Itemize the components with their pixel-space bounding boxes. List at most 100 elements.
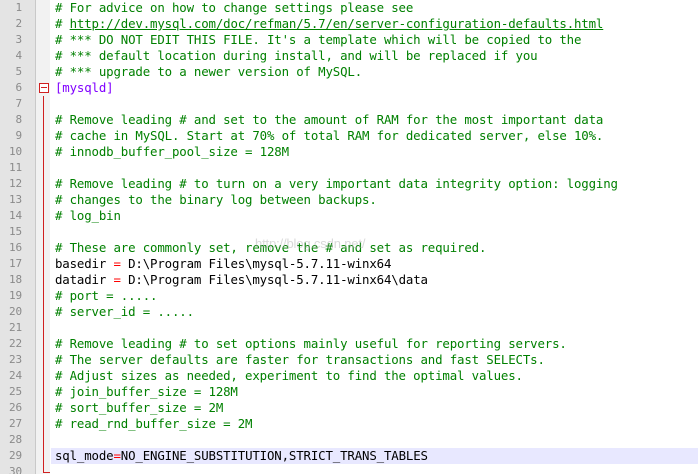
comment-link[interactable]: http://dev.mysql.com/doc/refman/5.7/en/s… (70, 16, 604, 31)
code-text: # The server defaults are faster for tra… (55, 352, 545, 368)
line-background (51, 320, 698, 336)
setting-value: NO_ENGINE_SUBSTITUTION,STRICT_TRANS_TABL… (120, 448, 428, 463)
code-line[interactable]: 20 # server_id = ..... (0, 304, 698, 320)
comment-text: # innodb_buffer_pool_size = 128M (55, 144, 289, 159)
code-line[interactable]: 28 (0, 432, 698, 448)
line-number: 3 (15, 33, 23, 46)
line-number: 17 (9, 257, 22, 270)
fold-line-icon (38, 128, 49, 144)
code-text: # http://dev.mysql.com/doc/refman/5.7/en… (55, 16, 603, 32)
fold-line-icon (38, 240, 49, 256)
fold-line-icon (38, 208, 49, 224)
code-text: # For advice on how to change settings p… (55, 0, 413, 16)
code-line[interactable]: 29 sql_mode=NO_ENGINE_SUBSTITUTION,STRICT… (0, 448, 698, 464)
code-text: # sort_buffer_size = 2M (55, 400, 223, 416)
code-text: # changes to the binary log between back… (55, 192, 377, 208)
code-text: # *** upgrade to a newer version of MySQ… (55, 64, 362, 80)
code-line[interactable]: 9 # cache in MySQL. Start at 70% of total… (0, 128, 698, 144)
fold-line-icon (38, 112, 49, 128)
code-line[interactable]: 1 # For advice on how to change settings … (0, 0, 698, 16)
code-line[interactable]: 23 # The server defaults are faster for t… (0, 352, 698, 368)
comment-text: # sort_buffer_size = 2M (55, 400, 224, 415)
code-line[interactable]: 17 basedir = D:\Program Files\mysql-5.7.1… (0, 256, 698, 272)
setting-value: D:\Program Files\mysql-5.7.11-winx64 (128, 256, 392, 271)
code-line[interactable]: 19 # port = ..... (0, 288, 698, 304)
line-number: 4 (15, 49, 23, 62)
code-line[interactable]: 4 # *** default location during install, … (0, 48, 698, 64)
comment-text: # For advice on how to change settings p… (55, 0, 414, 15)
line-number: 19 (9, 289, 22, 302)
line-background (51, 208, 698, 224)
assign-operator: = (106, 272, 129, 287)
fold-line-icon (38, 320, 49, 336)
fold-line-icon (38, 224, 49, 240)
code-line[interactable]: 10 # innodb_buffer_pool_size = 128M (0, 144, 698, 160)
code-line[interactable]: 21 (0, 320, 698, 336)
code-text: # *** default location during install, a… (55, 48, 538, 64)
assign-operator: = (113, 448, 121, 463)
code-line[interactable]: 27 # read_rnd_buffer_size = 2M (0, 416, 698, 432)
code-line[interactable]: 13 # changes to the binary log between ba… (0, 192, 698, 208)
line-number: 18 (9, 273, 22, 286)
comment-text: # Adjust sizes as needed, experiment to … (55, 368, 523, 383)
code-line[interactable]: 2 # http://dev.mysql.com/doc/refman/5.7/e… (0, 16, 698, 32)
code-text: # Remove leading # to set options mainly… (55, 336, 567, 352)
code-line[interactable]: 25 # join_buffer_size = 128M (0, 384, 698, 400)
code-line[interactable]: 18 datadir = D:\Program Files\mysql-5.7.1… (0, 272, 698, 288)
line-number: 21 (9, 321, 22, 334)
code-text: basedir = D:\Program Files\mysql-5.7.11-… (55, 256, 391, 272)
line-number: 12 (9, 177, 22, 190)
fold-line-icon (38, 416, 49, 432)
line-number: 14 (9, 209, 22, 222)
line-number: 9 (15, 129, 23, 142)
code-line[interactable]: 24 # Adjust sizes as needed, experiment t… (0, 368, 698, 384)
setting-key: basedir (55, 256, 107, 271)
line-number: 26 (9, 401, 22, 414)
comment-text: # server_id = ..... (55, 304, 194, 319)
code-text: # *** DO NOT EDIT THIS FILE. It's a temp… (55, 32, 581, 48)
line-background (51, 464, 698, 474)
code-line[interactable]: 8 # Remove leading # and set to the amoun… (0, 112, 698, 128)
fold-line-icon (38, 96, 49, 112)
line-background (51, 160, 698, 176)
code-line[interactable]: 22 # Remove leading # to set options main… (0, 336, 698, 352)
code-line[interactable]: 3 # *** DO NOT EDIT THIS FILE. It's a tem… (0, 32, 698, 48)
setting-key: datadir (55, 272, 107, 287)
code-line[interactable]: 30 (0, 464, 698, 474)
fold-line-icon (38, 448, 49, 464)
editor-lines[interactable]: 1 # For advice on how to change settings … (0, 0, 698, 474)
code-line[interactable]: 7 (0, 96, 698, 112)
fold-line-icon (38, 368, 49, 384)
code-line[interactable]: 14 # log_bin (0, 208, 698, 224)
fold-line-icon (38, 160, 49, 176)
line-number: 24 (9, 369, 22, 382)
comment-text: # Remove leading # to turn on a very imp… (55, 176, 618, 191)
fold-collapse-icon[interactable] (38, 80, 49, 96)
code-line[interactable]: 12 # Remove leading # to turn on a very i… (0, 176, 698, 192)
comment-text: # join_buffer_size = 128M (55, 384, 238, 399)
text-editor[interactable]: 1 # For advice on how to change settings … (0, 0, 698, 474)
comment-text: # Remove leading # and set to the amount… (55, 112, 604, 127)
code-text: # join_buffer_size = 128M (55, 384, 238, 400)
fold-line-icon (38, 192, 49, 208)
line-number: 11 (9, 161, 22, 174)
code-line[interactable]: 11 (0, 160, 698, 176)
code-line[interactable]: 5 # *** upgrade to a newer version of MyS… (0, 64, 698, 80)
code-text: # These are commonly set, remove the # a… (55, 240, 486, 256)
fold-line-icon (38, 144, 49, 160)
code-line[interactable]: 15 (0, 224, 698, 240)
code-line[interactable]: 16 # These are commonly set, remove the #… (0, 240, 698, 256)
fold-line-icon (38, 256, 49, 272)
line-background (51, 432, 698, 448)
section-header: [mysqld] (55, 80, 114, 95)
setting-value: D:\Program Files\mysql-5.7.11-winx64\dat… (128, 272, 428, 287)
comment-text: # port = ..... (55, 288, 158, 303)
comment-text: # These are commonly set, remove the # a… (55, 240, 487, 255)
assign-operator: = (106, 256, 129, 271)
line-number: 6 (15, 81, 23, 94)
line-number: 1 (15, 1, 23, 14)
line-number: 2 (15, 17, 23, 30)
code-line[interactable]: 6 [mysqld] (0, 80, 698, 96)
code-text: # cache in MySQL. Start at 70% of total … (55, 128, 603, 144)
code-line[interactable]: 26 # sort_buffer_size = 2M (0, 400, 698, 416)
